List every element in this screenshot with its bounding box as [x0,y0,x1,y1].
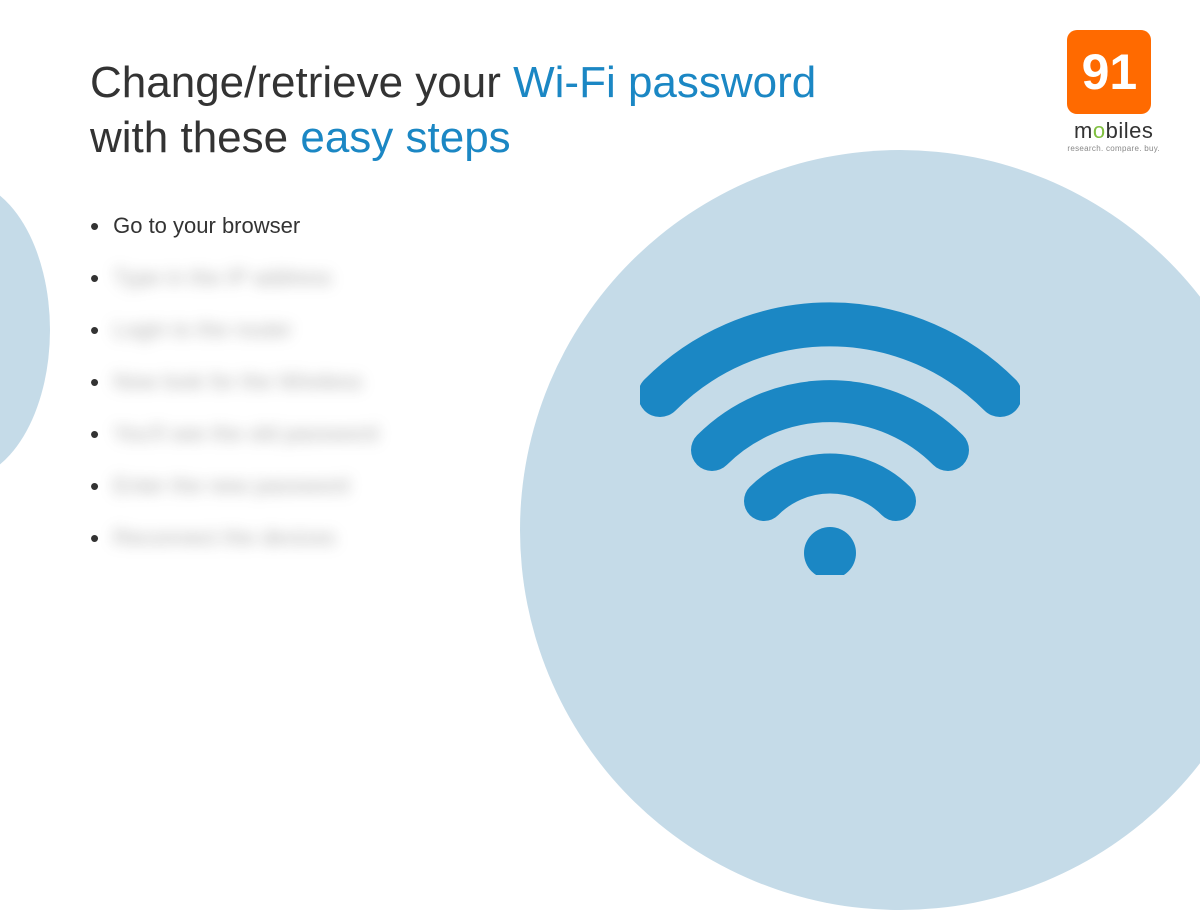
step-text: You'll see the old password [113,421,378,447]
headline-accent2: easy steps [300,113,510,162]
logo-word-post: biles [1106,118,1154,143]
headline-part1: Change/retrieve your [90,58,513,107]
brand-logo: 91 mobiles research. compare. buy. [1067,30,1160,153]
step-text: Type in the IP address [113,265,332,291]
step-text: Login to the router [113,317,292,343]
logo-tagline: research. compare. buy. [1067,144,1160,153]
logo-word-pre: m [1074,118,1093,143]
logo-number-box: 91 [1067,30,1151,114]
step-text: Enter the new password [113,473,349,499]
headline-part2: with these [90,113,300,162]
headline: Change/retrieve your Wi-Fi password with… [90,55,890,165]
step-item-visible: Go to your browser [90,213,1140,239]
wifi-icon [640,275,1020,580]
step-text: Reconnect the devices [113,525,336,551]
step-text: Now look for the Wireless [113,369,362,395]
step-text: Go to your browser [113,213,300,239]
logo-power-icon: o [1093,118,1106,143]
main-content: Change/retrieve your Wi-Fi password with… [0,0,1200,551]
logo-number: 91 [1082,43,1138,101]
logo-wordmark: mobiles [1067,118,1160,144]
headline-accent1: Wi-Fi password [513,58,816,107]
